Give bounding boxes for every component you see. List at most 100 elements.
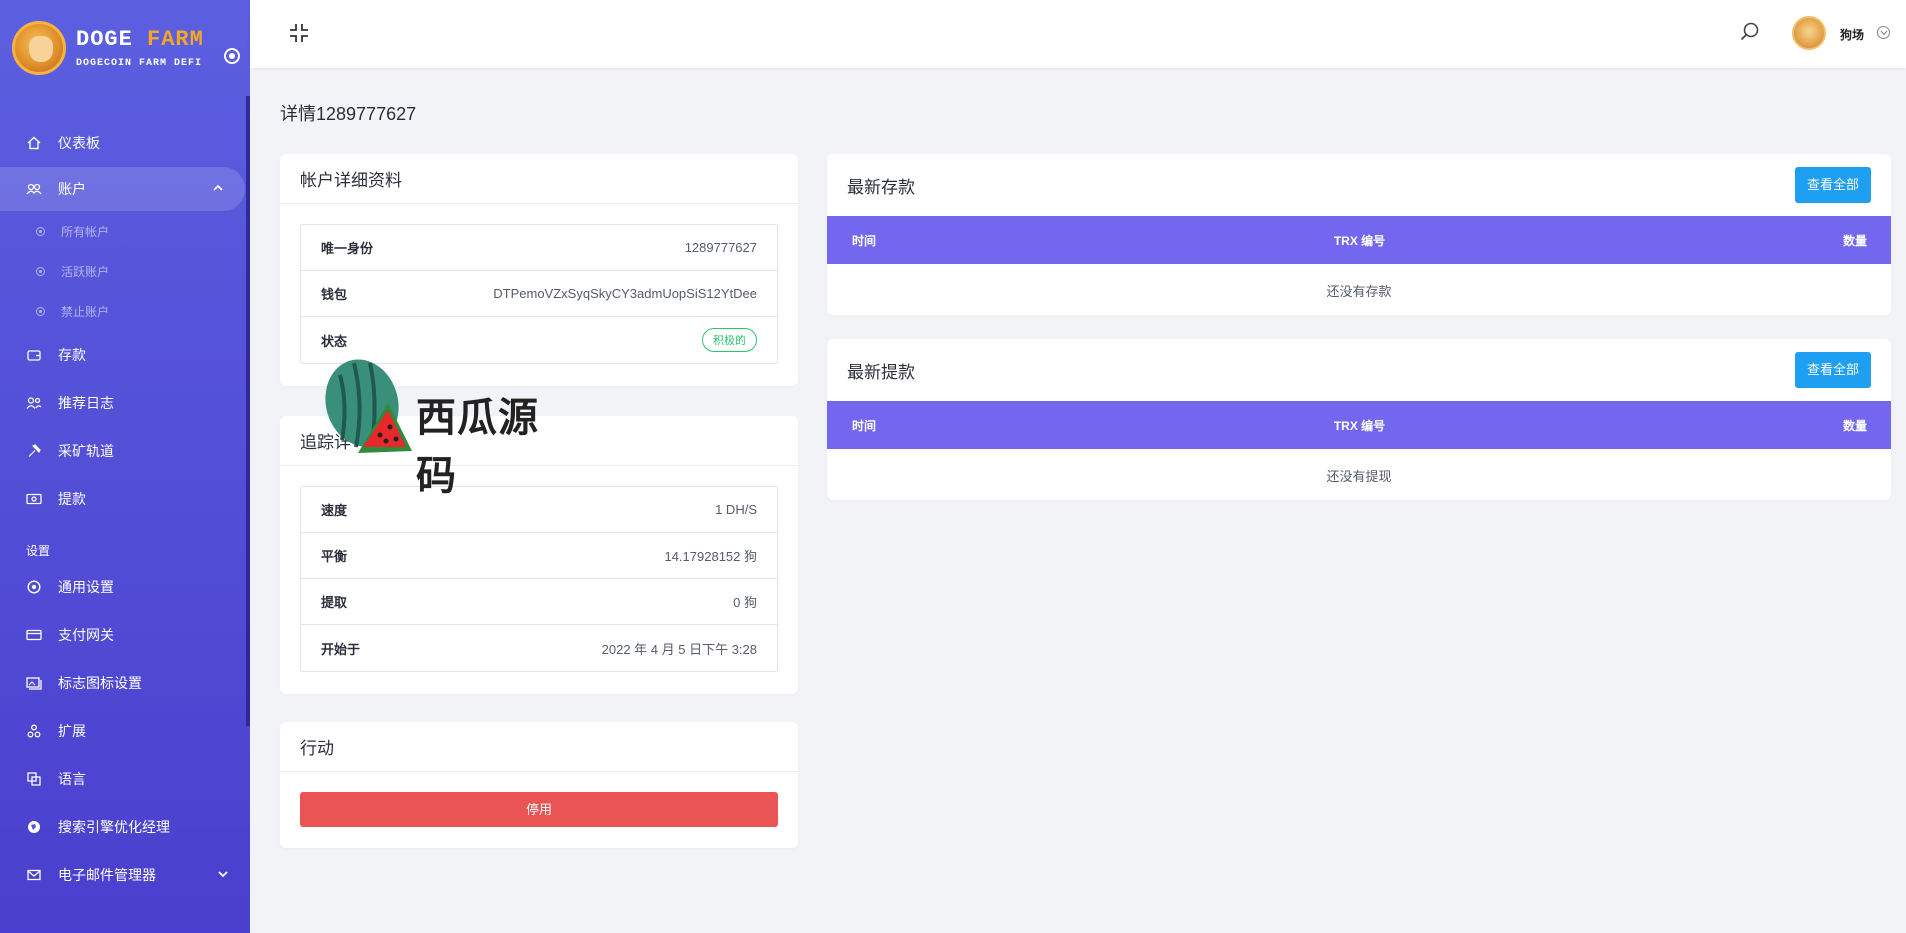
- sidebar-item-label: 扩展: [58, 723, 86, 739]
- brand-text: DOGE FARM DOGECOIN FARM DEFI: [76, 27, 204, 69]
- extension-icon: [26, 723, 42, 739]
- detail-value: 14.17928152 狗: [664, 549, 757, 564]
- credit-card-icon: [26, 627, 42, 643]
- watermelon-icon: [325, 359, 412, 453]
- brand-name: DOGE FARM: [76, 27, 204, 52]
- card-title: 最新提款: [847, 362, 915, 382]
- brand[interactable]: DOGE FARM DOGECOIN FARM DEFI: [0, 0, 250, 96]
- language-icon: [26, 771, 42, 787]
- brand-subtitle: DOGECOIN FARM DEFI: [76, 58, 203, 69]
- sidebar-item-deposits[interactable]: 存款: [0, 331, 250, 379]
- sidebar-item-label: 支付网关: [58, 627, 114, 643]
- chevron-down-icon[interactable]: [1877, 26, 1890, 39]
- chevron-up-icon: [213, 183, 223, 195]
- table-header: 时间 TRX 编号 数量: [827, 401, 1891, 449]
- sidebar-subitem-active-accounts[interactable]: 活跃账户: [0, 251, 250, 291]
- detail-label: 提取: [321, 595, 348, 610]
- sidebar-item-general-settings[interactable]: 通用设置: [0, 563, 250, 611]
- sidebar-subitem-banned-accounts[interactable]: 禁止账户: [0, 291, 250, 331]
- top-header: 狗场: [250, 0, 1906, 68]
- detail-row-balance: 平衡 14.17928152 狗: [301, 533, 777, 579]
- table-header: 时间 TRX 编号 数量: [827, 216, 1891, 264]
- sidebar-item-label: 账户: [58, 181, 86, 197]
- sidebar-subitem-all-accounts[interactable]: 所有帐户: [0, 211, 250, 251]
- sidebar-item-payment-gateway[interactable]: 支付网关: [0, 611, 250, 659]
- latest-deposits-card: 最新存款 查看全部 时间 TRX 编号 数量 还没有存款: [827, 154, 1891, 315]
- sidebar-item-mining-track[interactable]: 采矿轨道: [0, 427, 250, 475]
- detail-label: 开始于: [321, 641, 361, 657]
- sidebar-section-settings: 设置: [26, 544, 51, 558]
- card-header: 最新存款 查看全部: [827, 154, 1891, 216]
- hammer-icon: [26, 443, 42, 459]
- detail-value: 2022 年 4 月 5 日下午 3:28: [601, 641, 757, 657]
- account-details-card: 帐户详细资料 唯一身份 1289777627 钱包 DTPemoVZxSyqSk…: [280, 154, 798, 386]
- column-header-amount[interactable]: 数量: [1843, 417, 1867, 434]
- detail-label: 平衡: [321, 549, 348, 564]
- brand-name-right: FARM: [147, 27, 204, 52]
- watermark-text: 西瓜源码: [416, 396, 539, 498]
- sidebar-subitem-label: 活跃账户: [61, 264, 110, 279]
- sidebar-item-accounts[interactable]: 账户: [0, 167, 245, 211]
- column-header-time[interactable]: 时间: [852, 232, 876, 249]
- detail-label: 钱包: [321, 287, 348, 302]
- search-icon[interactable]: [1739, 21, 1761, 43]
- sidebar-item-label: 通用设置: [58, 579, 114, 595]
- sidebar-toggle-icon[interactable]: [224, 48, 240, 64]
- sidebar-item-email-manager[interactable]: 电子邮件管理器: [0, 851, 250, 899]
- sidebar-item-seo-manager[interactable]: 搜索引擎优化经理: [0, 803, 250, 851]
- detail-value: DTPemoVZxSyqSkyCY3admUopSiS12YtDee: [493, 286, 757, 301]
- sidebar-item-label: 搜索引擎优化经理: [58, 819, 170, 835]
- column-header-trx[interactable]: TRX 编号: [1334, 232, 1385, 249]
- view-all-withdrawals-button[interactable]: 查看全部: [1794, 352, 1871, 388]
- detail-value: 1289777627: [684, 240, 757, 255]
- sidebar-item-referral-log[interactable]: 推荐日志: [0, 379, 250, 427]
- sidebar-item-label: 标志图标设置: [58, 675, 142, 691]
- circle-dot-icon: [36, 266, 45, 276]
- sidebar-subitem-label: 禁止账户: [61, 304, 110, 319]
- empty-state: 还没有存款: [1326, 283, 1392, 299]
- users-icon: [26, 181, 42, 197]
- wallet-icon: [26, 347, 42, 363]
- referral-icon: [26, 395, 42, 411]
- chevron-down-icon: [218, 869, 228, 881]
- sidebar-item-label: 电子邮件管理器: [58, 867, 156, 883]
- sidebar-nav: 仪表板 账户 所有帐户 活跃账户 禁止账户 存款 推荐日志 采矿轨道 提款 设置…: [0, 119, 250, 899]
- brand-name-left: DOGE: [76, 27, 133, 52]
- account-details-list: 唯一身份 1289777627 钱包 DTPemoVZxSyqSkyCY3adm…: [300, 224, 778, 364]
- sidebar-subitem-label: 所有帐户: [61, 224, 110, 239]
- mail-icon: [26, 867, 42, 883]
- settings-icon: [26, 579, 42, 595]
- sidebar-item-dashboard[interactable]: 仪表板: [0, 119, 250, 167]
- column-header-trx[interactable]: TRX 编号: [1334, 417, 1385, 434]
- status-badge: 积极的: [702, 328, 757, 352]
- sidebar-submenu: 所有帐户 活跃账户 禁止账户: [0, 211, 250, 331]
- image-icon: [26, 675, 42, 691]
- circle-dot-icon: [36, 226, 45, 236]
- sidebar-item-withdrawals[interactable]: 提款: [0, 475, 250, 523]
- sidebar-item-logo-settings[interactable]: 标志图标设置: [0, 659, 250, 707]
- disable-button[interactable]: 停用: [300, 792, 778, 827]
- home-icon: [26, 135, 42, 151]
- withdraw-icon: [26, 491, 42, 507]
- circle-dot-icon: [36, 306, 45, 316]
- avatar[interactable]: [1792, 16, 1826, 50]
- detail-row-wallet: 钱包 DTPemoVZxSyqSkyCY3admUopSiS12YtDee: [301, 271, 777, 317]
- detail-label: 速度: [321, 503, 348, 518]
- card-header: 最新提款 查看全部: [827, 339, 1891, 401]
- doge-logo: [12, 21, 66, 75]
- sidebar-item-label: 推荐日志: [58, 395, 114, 411]
- column-header-time[interactable]: 时间: [852, 417, 876, 434]
- action-card: 行动 停用: [280, 722, 798, 848]
- watermark: 西瓜源码: [320, 355, 560, 498]
- empty-state: 还没有提现: [1326, 468, 1392, 484]
- card-title: 帐户详细资料: [280, 154, 798, 204]
- sidebar-item-language[interactable]: 语言: [0, 755, 250, 803]
- collapse-icon[interactable]: [288, 22, 310, 44]
- sidebar-item-extensions[interactable]: 扩展: [0, 707, 250, 755]
- column-header-amount[interactable]: 数量: [1843, 232, 1867, 249]
- tracking-details-list: 速度 1 DH/S 平衡 14.17928152 狗 提取 0 狗 开始于 20…: [300, 486, 778, 672]
- detail-row-withdrawn: 提取 0 狗: [301, 579, 777, 625]
- username[interactable]: 狗场: [1840, 26, 1864, 43]
- detail-row-id: 唯一身份 1289777627: [301, 225, 777, 271]
- view-all-deposits-button[interactable]: 查看全部: [1794, 167, 1871, 203]
